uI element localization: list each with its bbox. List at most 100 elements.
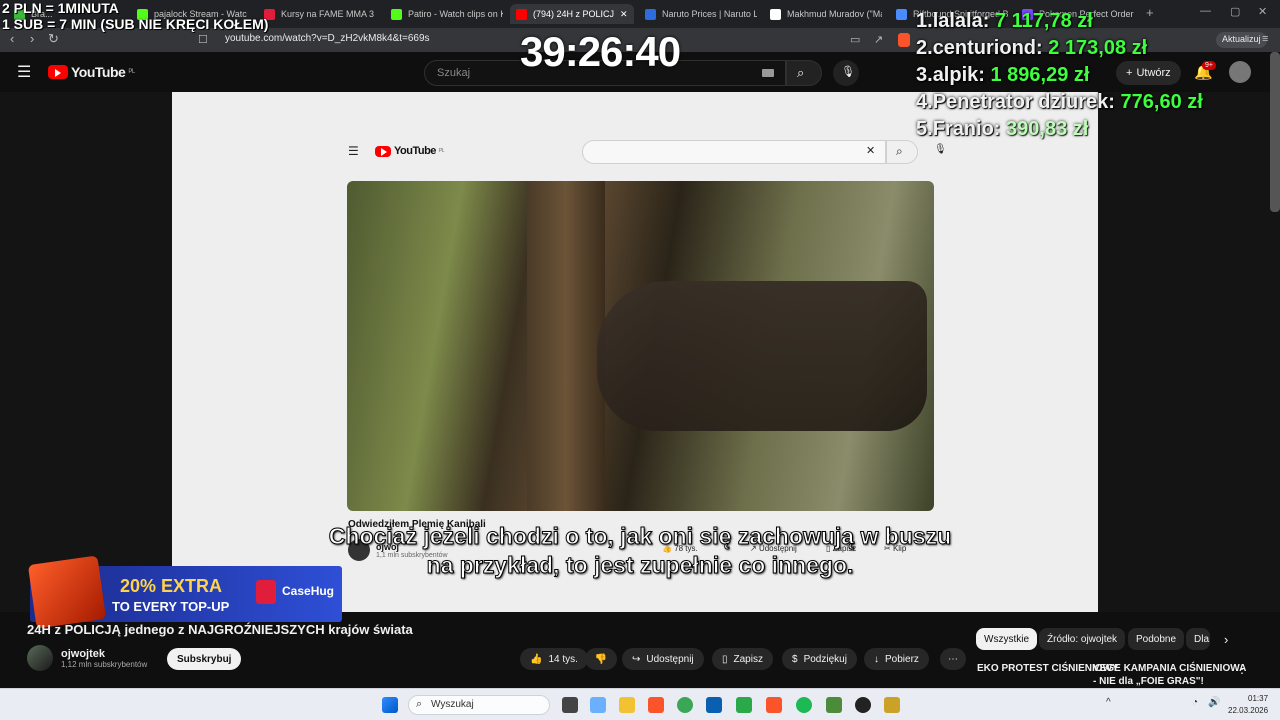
keyboard-icon[interactable]: [762, 69, 774, 77]
browser-tab[interactable]: Patiro - Watch clips on Kic: [391, 4, 503, 24]
search-icon: ⌕: [797, 65, 805, 80]
hands: [597, 281, 927, 431]
download-icon: ↓: [874, 653, 879, 665]
casehug-logo-icon: [256, 580, 276, 604]
save-button[interactable]: ▯ Zapisz: [712, 648, 773, 670]
system-clock[interactable]: 01:37 22.03.2026: [1228, 693, 1268, 717]
obs-icon[interactable]: [855, 697, 871, 713]
thanks-button[interactable]: $ Podziękuj: [782, 648, 857, 670]
share-icon[interactable]: ↗: [874, 33, 883, 46]
bookmark-icon[interactable]: ☐: [198, 33, 208, 46]
chip-all[interactable]: Wszystkie: [976, 628, 1037, 650]
bookmark-icon: ▯: [722, 653, 728, 665]
youtube-play-icon: [48, 65, 68, 79]
chip-source[interactable]: Źródło: ojwojtek: [1039, 628, 1126, 650]
kick-favicon-icon: [391, 8, 402, 20]
brave-shield-icon[interactable]: [898, 33, 910, 47]
inner-search-button: ⌕: [886, 140, 918, 164]
close-window-icon[interactable]: ✕: [1258, 5, 1267, 18]
inner-clear-icon: ✕: [866, 145, 876, 157]
reload-icon[interactable]: ↻: [48, 31, 59, 47]
spotify-icon[interactable]: [796, 697, 812, 713]
youtube-favicon-icon: [516, 8, 527, 20]
windows-taskbar: ⌕ Wyszukaj ^ ◔ 🔊 01:37 22.03.2026: [0, 688, 1280, 720]
thumbs-down-icon: 👎: [594, 653, 608, 665]
youtube-logo[interactable]: YouTube PL: [48, 64, 135, 80]
recommended-title[interactable]: VEGE KAMPANIA CIŚNIENIOWA - NIE dla „FOI…: [1093, 662, 1246, 688]
inner-hamburger-icon: ☰: [348, 144, 359, 158]
inner-mic-icon: 🎙: [934, 144, 947, 155]
browser-tab[interactable]: Kursy na FAME MMA 30: 2: [264, 4, 374, 24]
donation-rules: 2 PLN = 1MINUTA 1 SUB = 7 MIN (SUB NIE K…: [2, 0, 269, 32]
back-icon[interactable]: ‹: [10, 31, 14, 46]
share-button[interactable]: ↪ Udostępnij: [622, 648, 704, 670]
scrollbar[interactable]: [1270, 52, 1280, 212]
search-button[interactable]: ⌕: [786, 60, 822, 86]
menu-icon[interactable]: ≡: [1262, 33, 1268, 45]
ad-banner[interactable]: 20% EXTRA TO EVERY TOP-UP CaseHug: [27, 555, 342, 629]
subscribe-button[interactable]: Subskrybuj: [167, 648, 242, 670]
app-icon[interactable]: [826, 697, 842, 713]
notification-badge: 9+: [1202, 61, 1216, 70]
store-icon[interactable]: [706, 697, 722, 713]
leaderboard-row: 2.centuriond: 2 173,08 zł: [916, 37, 1148, 59]
leaderboard-row: 1.lalala: 7 117,78 zł: [916, 10, 1093, 32]
tray-chevron-icon[interactable]: ^: [1106, 697, 1111, 708]
naruto-favicon-icon: [645, 8, 656, 20]
brave-icon[interactable]: [766, 697, 782, 713]
channel-name[interactable]: ojwojtek: [61, 648, 147, 660]
forward-icon[interactable]: ›: [30, 31, 34, 46]
share-icon: ↪: [632, 653, 641, 665]
brave-icon[interactable]: [648, 697, 664, 713]
search-icon: ⌕: [416, 698, 423, 710]
leaderboard-row: 4.Penetrator dziurek: 776,60 zł: [916, 91, 1203, 113]
browser-tab[interactable]: Naruto Prices | Naruto List: [645, 4, 757, 24]
page-favicon-icon: [896, 8, 907, 20]
inner-play-icon: [375, 145, 391, 157]
more-actions-button[interactable]: ⋯: [940, 648, 966, 670]
video-frame: [347, 181, 934, 511]
chevron-right-icon[interactable]: ›: [1224, 632, 1228, 647]
browser-tab-active[interactable]: (794) 24H z POLICJ ✕: [510, 4, 634, 24]
wifi-icon[interactable]: ◔: [1192, 697, 1198, 708]
volume-icon[interactable]: 🔊: [1208, 697, 1220, 708]
app-icon[interactable]: [736, 697, 752, 713]
update-button[interactable]: Aktualizuj: [1216, 32, 1267, 48]
inner-youtube-logo: YouTube PL: [375, 145, 445, 157]
leaderboard-row: 3.alpik: 1 896,29 zł: [916, 64, 1090, 86]
donation-leaderboard: 1.lalala: 7 117,78 zł 2.centuriond: 2 17…: [916, 8, 1203, 143]
taskbar-search[interactable]: ⌕ Wyszukaj: [408, 695, 550, 715]
stream-timer: 39:26:40: [520, 28, 681, 75]
inner-search-input: [582, 140, 886, 164]
leaderboard-row: 5.Franio: 390,83 zł: [916, 118, 1089, 140]
hamburger-menu-icon[interactable]: ☰: [17, 62, 31, 82]
voice-search-button[interactable]: 🎙: [833, 60, 859, 86]
download-button[interactable]: ↓ Pobierz: [864, 648, 929, 670]
chip-similar[interactable]: Podobne: [1128, 628, 1185, 650]
subscriber-count: 1,12 mln subskrybentów: [61, 659, 148, 669]
avatar[interactable]: [1229, 61, 1251, 83]
video-title: 24H z POLICJĄ jednego z NAJGROŹNIEJSZYCH…: [27, 622, 413, 637]
url-field[interactable]: youtube.com/watch?v=D_zH2vkM8k4&t=669s: [225, 33, 430, 44]
maximize-icon[interactable]: ▢: [1230, 5, 1240, 18]
inner-search-icon: ⌕: [896, 144, 903, 158]
dislike-button[interactable]: 👎: [585, 648, 617, 670]
thumbs-up-icon: 👍: [530, 653, 543, 665]
chrome-icon[interactable]: [677, 697, 693, 713]
channel-info[interactable]: ojwojtek 1,12 mln subskrybentów: [27, 645, 147, 671]
cast-icon[interactable]: ▭: [850, 33, 860, 46]
more-vert-icon[interactable]: ⋮: [1236, 662, 1248, 676]
browser-tab[interactable]: Makhmud Muradov ("Mac: [770, 4, 882, 24]
chip-for-you[interactable]: Dla: [1186, 628, 1210, 650]
channel-avatar[interactable]: [27, 645, 53, 671]
mic-icon: 🎙: [841, 66, 855, 78]
more-icon: ⋯: [948, 653, 958, 665]
subtitle-caption: Chociaż jeżeli chodzi o to, jak oni się …: [328, 523, 952, 579]
start-icon[interactable]: [382, 697, 398, 713]
file-explorer-icon[interactable]: [619, 697, 635, 713]
task-view-icon[interactable]: [562, 697, 578, 713]
copilot-icon[interactable]: [590, 697, 606, 713]
like-button[interactable]: 👍 14 tys.: [520, 648, 588, 670]
app-icon[interactable]: [884, 697, 900, 713]
close-tab-icon[interactable]: ✕: [620, 9, 628, 20]
